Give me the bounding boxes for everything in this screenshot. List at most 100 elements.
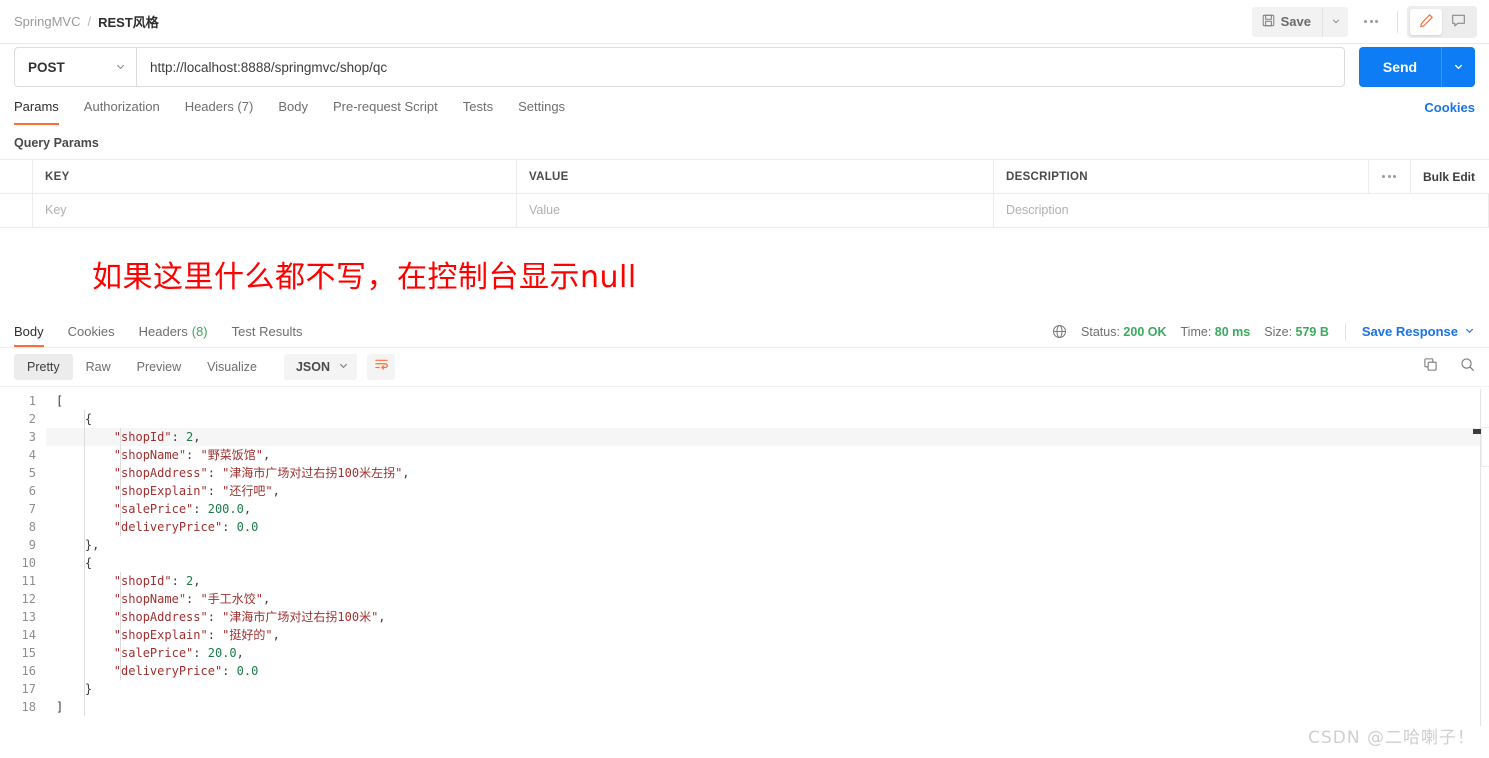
- code-token-key: "shopExplain": [113, 628, 208, 642]
- save-options-button[interactable]: [1322, 6, 1348, 37]
- code-token-pun: ,: [243, 502, 252, 516]
- code-token-str: "津海市广场对过右拐100米": [222, 610, 379, 624]
- save-response-button[interactable]: Save Response: [1362, 324, 1475, 339]
- response-language-select[interactable]: JSON: [283, 354, 357, 380]
- size-badge: Size: 579 B: [1264, 324, 1329, 339]
- chevron-down-icon: [115, 60, 126, 75]
- code-line[interactable]: "deliveryPrice": 0.0: [46, 662, 1489, 680]
- ellipsis-icon: [1364, 20, 1378, 23]
- line-number: 10: [21, 556, 36, 570]
- search-icon: [1460, 357, 1475, 377]
- floppy-disk-icon: [1262, 14, 1275, 30]
- response-tab-body[interactable]: Body: [14, 316, 44, 347]
- query-params-section-label: Query Params: [14, 136, 99, 150]
- response-body-viewer[interactable]: 1 2 3 4 5 6 7 8 9 10 11 12 13 14 15 16 17 18 [ { "shopId"…: [0, 386, 1489, 726]
- code-token-pun: {: [56, 412, 93, 426]
- response-tabs-bar: Body Cookies Headers (8) Test Results St…: [0, 316, 1489, 348]
- chevron-down-icon: [1331, 14, 1341, 29]
- code-line[interactable]: [: [46, 392, 1489, 410]
- headers-count-badge: (8): [191, 324, 208, 339]
- cookies-link[interactable]: Cookies: [1424, 90, 1475, 124]
- code-line[interactable]: }: [46, 680, 1489, 698]
- copy-button[interactable]: [1423, 357, 1438, 377]
- bulk-edit-button[interactable]: Bulk Edit: [1411, 160, 1489, 193]
- breadcrumb-parent[interactable]: SpringMVC: [14, 14, 80, 29]
- search-button[interactable]: [1460, 357, 1475, 377]
- tab-params[interactable]: Params: [14, 90, 59, 125]
- code-line[interactable]: "shopName": "野菜饭馆",: [46, 446, 1489, 464]
- code-token-pun: ,: [272, 484, 280, 498]
- code-token-pun: :: [171, 574, 187, 588]
- code-token-key: "salePrice": [113, 646, 194, 660]
- code-line[interactable]: "salePrice": 20.0,: [46, 644, 1489, 662]
- tab-headers[interactable]: Headers (7): [185, 90, 254, 124]
- response-tab-headers[interactable]: Headers (8): [139, 316, 208, 347]
- app-top-bar: SpringMVC / REST风格 Save: [0, 0, 1489, 44]
- code-line[interactable]: },: [46, 536, 1489, 554]
- http-method-select[interactable]: POST: [14, 47, 136, 87]
- code-token-key: "shopAddress": [113, 610, 208, 624]
- param-description-input[interactable]: Description: [994, 194, 1489, 227]
- code-token-pun: :: [186, 448, 201, 462]
- code-token-str: "津海市广场对过右拐100米左拐": [222, 466, 403, 480]
- watermark: CSDN @二哈喇子！: [1308, 728, 1475, 748]
- code-token-pun: :: [186, 592, 201, 606]
- code-line[interactable]: "shopAddress": "津海市广场对过右拐100米左拐",: [46, 464, 1489, 482]
- send-button[interactable]: Send: [1359, 47, 1441, 87]
- indent-guide: [120, 428, 121, 536]
- code-line[interactable]: "shopAddress": "津海市广场对过右拐100米",: [46, 608, 1489, 626]
- code-token-pun: }: [56, 682, 93, 696]
- save-button[interactable]: Save: [1251, 6, 1322, 37]
- line-number: 11: [21, 574, 36, 588]
- row-checkbox-cell[interactable]: [0, 194, 33, 227]
- line-number: 2: [28, 412, 36, 426]
- line-number: 9: [28, 538, 36, 552]
- response-tab-test-results[interactable]: Test Results: [232, 316, 303, 347]
- format-pretty-button[interactable]: Pretty: [14, 354, 73, 380]
- code-line[interactable]: "shopId": 2,: [46, 428, 1489, 446]
- select-all-cell[interactable]: [0, 160, 33, 193]
- tab-authorization[interactable]: Authorization: [84, 90, 160, 124]
- save-button-group: Save: [1251, 6, 1348, 37]
- format-raw-button[interactable]: Raw: [73, 354, 124, 380]
- line-number: 12: [21, 592, 36, 606]
- response-tab-cookies[interactable]: Cookies: [68, 316, 115, 347]
- code-token-pun: :: [193, 502, 208, 516]
- param-key-input[interactable]: Key: [33, 194, 517, 227]
- table-row: Key Value Description: [0, 193, 1489, 228]
- table-header-row: KEY VALUE DESCRIPTION Bulk Edit: [0, 159, 1489, 193]
- globe-icon[interactable]: [1052, 324, 1067, 339]
- comments-button[interactable]: [1442, 9, 1474, 35]
- tab-tests[interactable]: Tests: [463, 90, 493, 124]
- send-button-group: Send: [1359, 47, 1475, 87]
- edit-mode-button[interactable]: [1410, 8, 1442, 35]
- code-content[interactable]: [ { "shopId": 2, "shopName": "野菜饭馆", "sh…: [46, 392, 1489, 716]
- format-visualize-button[interactable]: Visualize: [194, 354, 270, 380]
- code-token-str: "还行吧": [222, 484, 273, 498]
- code-token-pun: ]: [56, 700, 64, 714]
- word-wrap-button[interactable]: [367, 354, 395, 380]
- tab-pre-request-script[interactable]: Pre-request Script: [333, 90, 438, 124]
- more-options-button[interactable]: [1354, 7, 1388, 37]
- code-token-key: "shopId": [113, 430, 172, 444]
- code-line[interactable]: "shopExplain": "挺好的",: [46, 626, 1489, 644]
- code-line[interactable]: {: [46, 410, 1489, 428]
- code-line[interactable]: "shopName": "手工水饺",: [46, 590, 1489, 608]
- code-line[interactable]: {: [46, 554, 1489, 572]
- table-options-button[interactable]: [1369, 160, 1411, 193]
- annotation-text: 如果这里什么都不写，在控制台显示null: [92, 260, 637, 295]
- code-line[interactable]: "shopId": 2,: [46, 572, 1489, 590]
- request-url-input[interactable]: [136, 47, 1345, 87]
- format-preview-button[interactable]: Preview: [124, 354, 194, 380]
- format-button-group: Pretty Raw Preview Visualize: [14, 354, 270, 380]
- code-line[interactable]: ]: [46, 698, 1489, 716]
- code-line[interactable]: "salePrice": 200.0,: [46, 500, 1489, 518]
- send-options-button[interactable]: [1441, 47, 1475, 87]
- tab-body[interactable]: Body: [278, 90, 308, 124]
- code-line[interactable]: "deliveryPrice": 0.0: [46, 518, 1489, 536]
- chevron-down-icon: [338, 360, 349, 374]
- code-line[interactable]: "shopExplain": "还行吧",: [46, 482, 1489, 500]
- param-value-input[interactable]: Value: [517, 194, 994, 227]
- code-token-str: "野菜饭馆": [200, 448, 263, 462]
- tab-settings[interactable]: Settings: [518, 90, 565, 124]
